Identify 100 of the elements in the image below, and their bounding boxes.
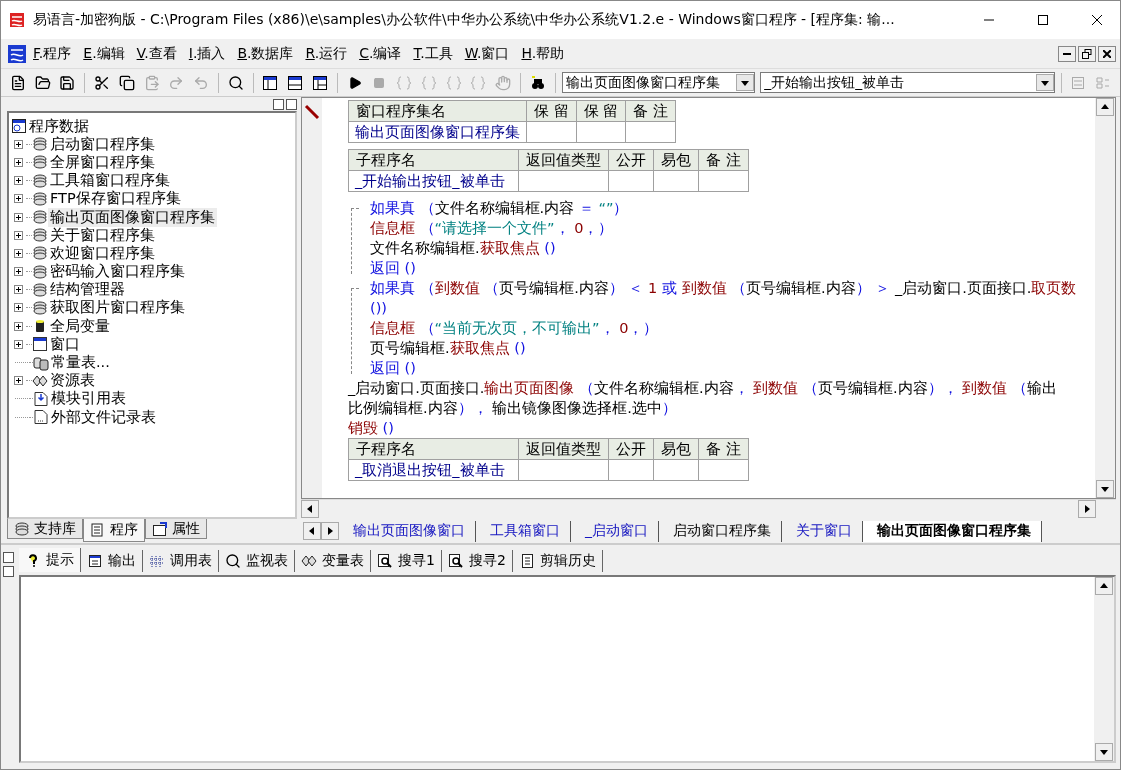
table-cell: _开始输出按钮_被单击 [348, 170, 519, 192]
combo-box[interactable]: _开始输出按钮_被单击 [760, 72, 1055, 93]
menu-item[interactable]: H.帮助 [515, 44, 571, 63]
menu-item[interactable]: E.编辑 [77, 44, 131, 63]
menu-item[interactable]: W.窗口 [458, 44, 516, 63]
redo-icon [168, 74, 185, 91]
combo-box[interactable]: 输出页面图像窗口程序集 [561, 72, 756, 93]
tree-item[interactable]: 密码输入窗口程序集 [48, 262, 187, 282]
expand-icon[interactable] [14, 267, 23, 277]
table-cell: 输出页面图像窗口程序集 [348, 121, 527, 143]
code-line: 如果真 （到数值 （页号编辑框.内容） ＜ 1 或 到数值 （页号编辑框.内容） ＞ _启动窗口.页面接口.取页数 ()) [370, 279, 1078, 318]
stack-icon [32, 299, 48, 316]
vertical-scrollbar[interactable] [1094, 577, 1114, 761]
form-icon [1070, 74, 1087, 91]
properties-icon [152, 520, 168, 537]
tree-item[interactable]: 启动窗口程序集 [48, 134, 157, 154]
hand-icon [495, 74, 511, 91]
tree-item[interactable]: 工具箱窗口程序集 [48, 171, 172, 191]
stack-icon [32, 190, 48, 207]
column-header: 备 注 [698, 438, 749, 460]
table-cell [526, 121, 577, 143]
search-icon [227, 74, 244, 91]
pencil-icon [304, 104, 320, 120]
play-icon [347, 75, 362, 90]
stack-icon [32, 172, 48, 189]
document-tab[interactable]: 输出页面图像窗口程序集 [863, 520, 1042, 542]
stack-icon [32, 245, 48, 262]
restore-button[interactable] [2, 566, 14, 577]
minimize-button[interactable] [1058, 45, 1076, 62]
expand-icon[interactable] [14, 157, 23, 167]
tree-item[interactable]: 模块引用表 [49, 389, 128, 409]
expand-icon[interactable] [14, 321, 23, 331]
tree-item[interactable]: 欢迎窗口程序集 [48, 243, 157, 263]
menu-item[interactable]: F.程序 [27, 44, 78, 63]
expand-icon[interactable] [14, 376, 23, 386]
expand-icon[interactable] [14, 212, 23, 222]
save-icon [59, 74, 76, 91]
expand-icon[interactable] [14, 303, 23, 313]
menu-item[interactable]: B.数据库 [231, 44, 300, 63]
tree-item[interactable]: 常量表... [49, 353, 112, 373]
panel-tab[interactable]: 支持库 [7, 519, 83, 539]
code-line: 文件名称编辑框.获取焦点 () [370, 239, 557, 258]
menu-item[interactable]: C.编译 [353, 44, 408, 63]
down-arrow-icon [1100, 484, 1110, 494]
tree-item[interactable]: 输出页面图像窗口程序集 [48, 207, 217, 227]
tree-item[interactable]: 窗口 [48, 334, 82, 354]
search-icon [447, 553, 464, 569]
menu-item[interactable]: T.工具 [407, 44, 459, 63]
tree-item[interactable]: 资源表 [48, 371, 97, 391]
expand-icon[interactable] [14, 339, 23, 349]
column-header: 保 留 [576, 100, 626, 122]
panel-tab[interactable]: 程序 [83, 519, 145, 542]
tab-scroll-right-button[interactable] [321, 522, 339, 540]
copy-icon [118, 74, 135, 91]
close-button[interactable] [2, 552, 14, 563]
up-arrow-icon [1099, 581, 1109, 591]
vertical-scrollbar[interactable] [1095, 98, 1115, 498]
layout-icon [311, 74, 328, 91]
window-icon [32, 336, 48, 353]
close-button[interactable] [286, 99, 297, 110]
table-cell [608, 170, 654, 192]
close-button[interactable] [1098, 45, 1116, 62]
column-header: 易包 [653, 149, 699, 171]
document-tab[interactable]: 工具箱窗口 [476, 520, 571, 542]
search-icon [225, 553, 241, 569]
code-line: 销毁 () [348, 419, 395, 438]
tree-item[interactable]: 获取图片窗口程序集 [48, 298, 187, 318]
tree-item[interactable]: 外部文件记录表 [49, 407, 158, 427]
menu-item[interactable]: V.查看 [130, 44, 183, 63]
right-arrow-icon [325, 526, 335, 536]
document-tab[interactable]: 输出页面图像窗口 [339, 520, 476, 542]
restore-button[interactable] [1078, 45, 1096, 62]
code-line: 返回 () [370, 359, 417, 378]
expand-icon[interactable] [14, 194, 23, 204]
column-header: 备 注 [698, 149, 749, 171]
expand-icon[interactable] [14, 285, 23, 295]
flow-line [351, 208, 359, 274]
restore-button[interactable] [273, 99, 284, 110]
table-cell [698, 170, 749, 192]
undo-icon [193, 74, 209, 91]
stop-icon [373, 76, 386, 89]
stack-icon [32, 227, 48, 244]
expand-icon[interactable] [14, 176, 23, 186]
tree-item[interactable]: 程序数据 [27, 116, 91, 136]
panel-tab[interactable]: 提示 [19, 548, 81, 572]
document-tab[interactable]: _启动窗口 [571, 520, 659, 542]
tree-item[interactable]: 结构管理器 [48, 280, 127, 300]
tree-item[interactable]: 全屏窗口程序集 [48, 152, 157, 172]
menu-item[interactable]: R.运行 [299, 44, 354, 63]
menu-item[interactable]: I.插入 [182, 44, 232, 63]
expand-icon[interactable] [14, 248, 23, 258]
expand-icon[interactable] [14, 139, 23, 149]
tree-item[interactable]: 全局变量 [48, 316, 112, 336]
expand-icon[interactable] [14, 230, 23, 240]
panel-tab[interactable]: 属性 [145, 519, 207, 539]
tree-item[interactable]: 关于窗口程序集 [48, 225, 157, 245]
document-tab[interactable]: 启动窗口程序集 [659, 520, 782, 542]
column-header: 易包 [653, 438, 699, 460]
tab-scroll-left-button[interactable] [303, 522, 321, 540]
tree-item[interactable]: FTP保存窗口程序集 [48, 189, 183, 209]
